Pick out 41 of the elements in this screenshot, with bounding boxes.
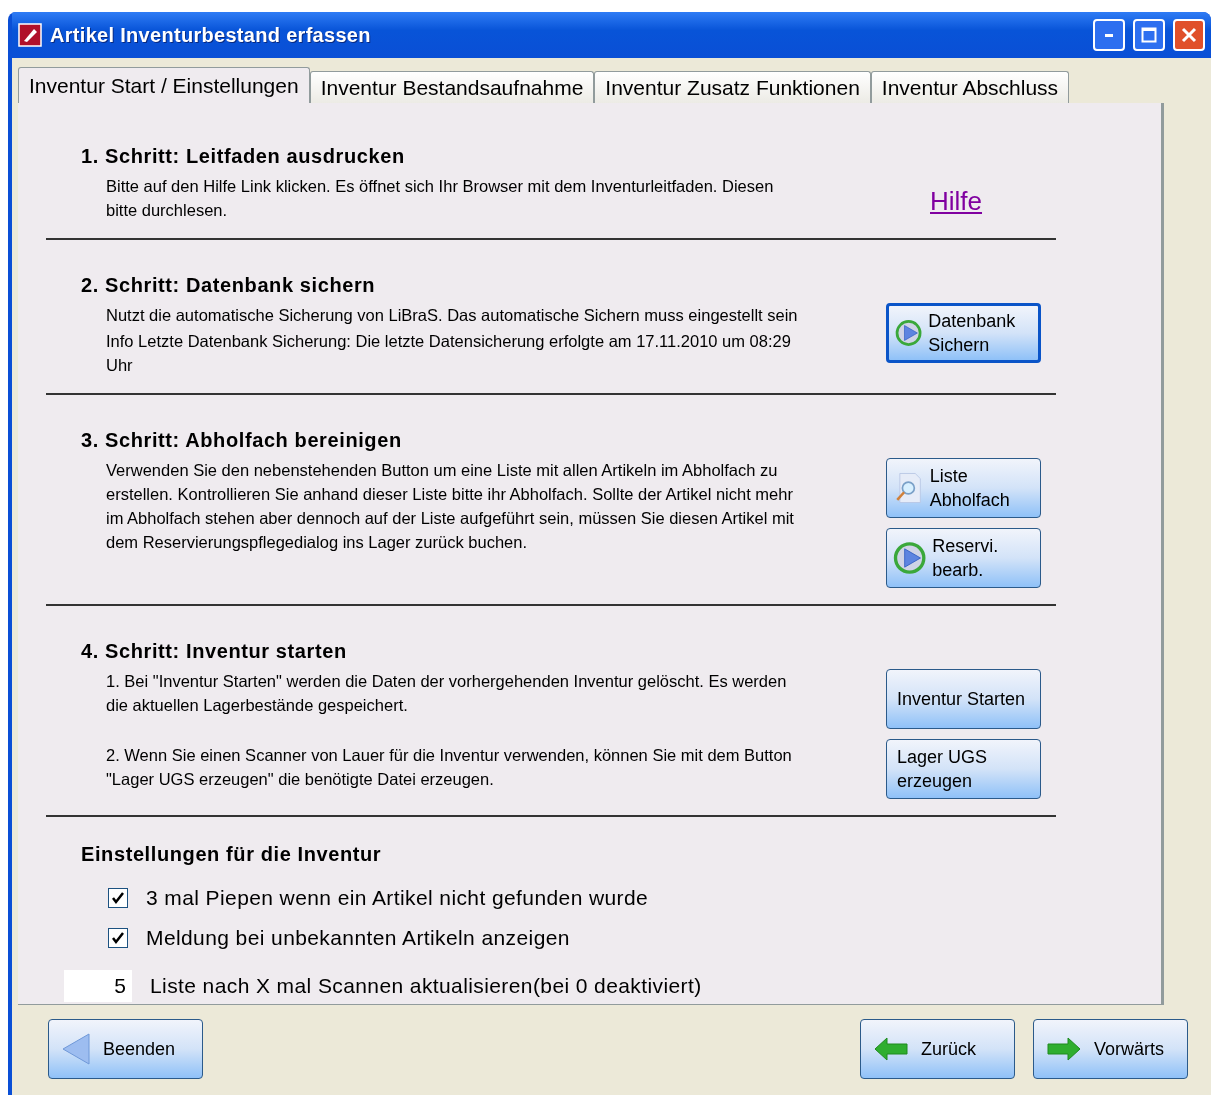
step-description: 1. Bei "Inventur Starten" werden die Daten der vorhergehenden Inventur gelöscht. Es werden die aktuellen Lagerbestände gespeichert. (106, 671, 788, 716)
checkbox-label: Meldung bei unbekannten Artikeln anzeigen (146, 926, 570, 950)
step-description: Info Letzte Datenbank Sicherung: Die letzte Datensicherung erfolgte am 17.11.2010 um 08:29 Uhr (106, 331, 792, 376)
action-button[interactable]: Datenbank Sichern (886, 303, 1041, 363)
settings-heading: Einstellungen für die Inventur (80, 843, 383, 866)
checkbox[interactable] (108, 928, 128, 948)
arrow-right-icon (1046, 1036, 1082, 1062)
step-heading: 4. Schritt: Inventur starten (80, 640, 348, 663)
action-button[interactable]: Reservi. bearb. (886, 528, 1041, 588)
triangle-left-icon (61, 1032, 91, 1066)
maximize-button[interactable] (1133, 19, 1165, 51)
close-icon (1181, 27, 1197, 43)
tab[interactable]: Inventur Zusatz Funktionen (594, 71, 871, 103)
step-heading: 3. Schritt: Abholfach bereinigen (80, 429, 403, 452)
window-title: Artikel Inventurbestand erfassen (50, 23, 372, 47)
checkbox[interactable] (108, 888, 128, 908)
tab[interactable]: Inventur Bestandsaufnahme (309, 71, 595, 103)
checkbox-label: 3 mal Piepen wenn ein Artikel nicht gefunden wurde (146, 886, 649, 910)
step-description: Bitte auf den Hilfe Link klicken. Es öffnet sich Ihr Browser mit dem Inventurleitfaden. Diesen bitte durchlesen. (106, 176, 775, 221)
app-icon (18, 23, 42, 47)
arrow-left-icon (873, 1036, 909, 1062)
action-button[interactable]: Inventur Starten (886, 669, 1041, 729)
tab[interactable]: Inventur Abschluss (870, 71, 1070, 103)
footer-button[interactable]: Beenden (48, 1019, 203, 1079)
tab[interactable]: Inventur Start / Einstellungen (18, 67, 310, 103)
minimize-icon (1105, 33, 1113, 37)
action-button[interactable]: Lager UGS erzeugen (886, 739, 1041, 799)
step-description: 2. Wenn Sie einen Scanner von Lauer für die Inventur verwenden, können Sie mit dem Button "Lager UGS erzeugen" die benötigte Datei erzeugen. (106, 745, 793, 790)
close-button[interactable] (1173, 19, 1205, 51)
maximize-icon (1141, 27, 1157, 43)
footer-button[interactable]: Vorwärts (1033, 1019, 1188, 1079)
step-heading: 1. Schritt: Leitfaden ausdrucken (80, 145, 406, 168)
action-button[interactable]: Liste Abholfach (886, 458, 1041, 518)
minimize-button[interactable] (1093, 19, 1125, 51)
step-description: Verwenden Sie den nebenstehenden Button um eine Liste mit allen Artikeln im Abholfach zu erstellen. Kontrollieren Sie anhand dieser Liste bitte ihr Abholfach. Sollte der Artikel nicht mehr im Abholfach stehen aber dennoch auf der Liste aufgeführt sein, müssen Sie diesen Artikel mit dem Reservierungspflegedialog ins Lager zurück buchen. (106, 460, 795, 553)
help-link[interactable]: Hilfe (930, 186, 982, 217)
step-heading: 2. Schritt: Datenbank sichern (80, 274, 377, 297)
field-label: Liste nach X mal Scannen aktualisieren(bei 0 deaktiviert) (150, 974, 702, 998)
footer-button[interactable]: Zurück (860, 1019, 1015, 1079)
step-description: Nutzt die automatische Sicherung von LiBraS. Das automatische Sichern muss eingestellt sein (106, 305, 799, 326)
number-field[interactable]: 5 (64, 970, 132, 1002)
